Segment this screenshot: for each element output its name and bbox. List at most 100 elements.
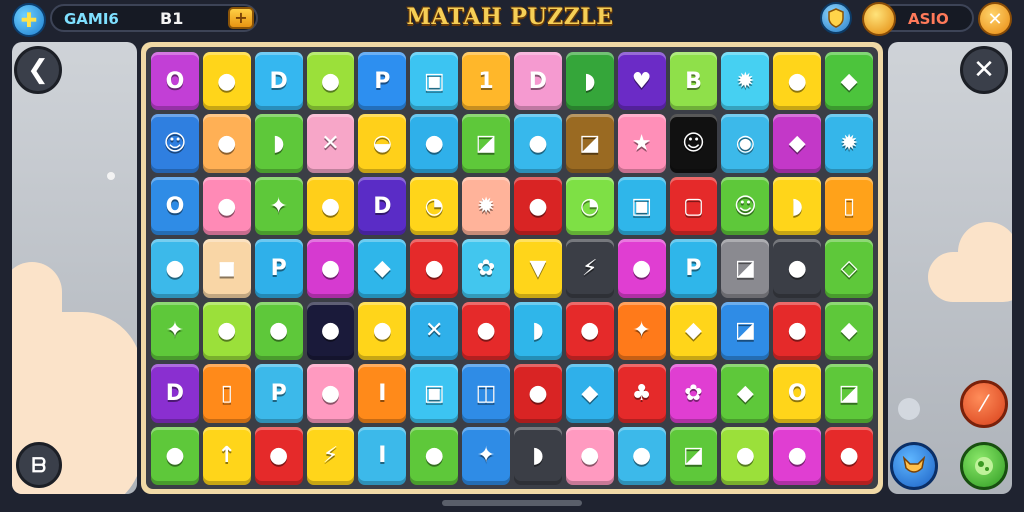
puzzle-tile[interactable]: ◪	[462, 114, 510, 173]
blue-power-button[interactable]	[890, 442, 938, 490]
puzzle-tile[interactable]: ✦	[151, 301, 199, 361]
b-button[interactable]: ᗷ	[16, 442, 62, 488]
puzzle-tile[interactable]: ●	[254, 426, 303, 485]
puzzle-tile[interactable]: ●	[773, 239, 822, 298]
puzzle-tile[interactable]: ★	[617, 114, 666, 173]
puzzle-tile[interactable]: O	[773, 364, 822, 423]
puzzle-tile[interactable]: ●	[617, 239, 666, 298]
puzzle-tile[interactable]: ●	[514, 176, 562, 236]
puzzle-tile[interactable]: ●	[617, 426, 666, 485]
puzzle-tile[interactable]: ◗	[514, 426, 562, 485]
puzzle-tile[interactable]: ●	[254, 301, 303, 361]
puzzle-tile[interactable]: ●	[202, 52, 251, 111]
puzzle-tile[interactable]: ●	[202, 114, 251, 173]
puzzle-tile[interactable]: ●	[514, 114, 562, 173]
puzzle-tile[interactable]: I	[358, 426, 407, 485]
puzzle-tile[interactable]: ●	[151, 239, 199, 298]
puzzle-tile[interactable]: ✹	[462, 176, 510, 236]
puzzle-tile[interactable]: ♣	[617, 364, 666, 423]
puzzle-tile[interactable]: ●	[202, 301, 251, 361]
puzzle-tile[interactable]: ☺	[721, 176, 770, 236]
puzzle-tile[interactable]: ●	[773, 426, 822, 485]
puzzle-tile[interactable]: ●	[565, 301, 614, 361]
puzzle-tile[interactable]: B	[669, 52, 718, 111]
puzzle-tile[interactable]: ◪	[825, 364, 873, 423]
puzzle-tile[interactable]: ▣	[410, 52, 459, 111]
puzzle-tile[interactable]: D	[514, 52, 562, 111]
puzzle-tile[interactable]: ●	[306, 364, 355, 423]
green-power-button[interactable]	[960, 442, 1008, 490]
puzzle-tile[interactable]: ◗	[514, 301, 562, 361]
puzzle-tile[interactable]: D	[151, 364, 199, 423]
puzzle-tile[interactable]: ●	[306, 239, 355, 298]
puzzle-tile[interactable]: 1	[462, 52, 510, 111]
puzzle-tile[interactable]: ●	[410, 114, 459, 173]
puzzle-tile[interactable]: ☺	[151, 114, 199, 173]
puzzle-tile[interactable]: ●	[773, 52, 822, 111]
puzzle-tile[interactable]: ◆	[565, 364, 614, 423]
puzzle-tile[interactable]: P	[254, 364, 303, 423]
puzzle-tile[interactable]: ●	[306, 52, 355, 111]
puzzle-tile[interactable]: ●	[202, 176, 251, 236]
puzzle-tile[interactable]: P	[669, 239, 718, 298]
puzzle-tile[interactable]: ●	[151, 426, 199, 485]
puzzle-tile[interactable]: ◫	[462, 364, 510, 423]
puzzle-tile[interactable]: ✿	[462, 239, 510, 298]
close-button[interactable]: ✕	[960, 46, 1008, 94]
back-button[interactable]: ❮	[14, 46, 62, 94]
puzzle-tile[interactable]: ●	[721, 426, 770, 485]
orange-power-button[interactable]: ⁄	[960, 380, 1008, 428]
puzzle-tile[interactable]: ▢	[669, 176, 718, 236]
puzzle-tile[interactable]: ◪	[721, 239, 770, 298]
puzzle-tile[interactable]: ◗	[254, 114, 303, 173]
puzzle-tile[interactable]: ●	[306, 176, 355, 236]
puzzle-tile[interactable]: ✦	[462, 426, 510, 485]
puzzle-tile[interactable]: ▣	[617, 176, 666, 236]
puzzle-tile[interactable]: ●	[773, 301, 822, 361]
puzzle-tile[interactable]: ✕	[306, 114, 355, 173]
puzzle-tile[interactable]: ◼	[202, 239, 251, 298]
puzzle-tile[interactable]: ◪	[669, 426, 718, 485]
puzzle-tile[interactable]: D	[358, 176, 407, 236]
puzzle-tile[interactable]: ☺	[669, 114, 718, 173]
puzzle-tile[interactable]: ⚡	[306, 426, 355, 485]
puzzle-tile[interactable]: P	[358, 52, 407, 111]
puzzle-tile[interactable]: I	[358, 364, 407, 423]
puzzle-tile[interactable]: ◆	[825, 301, 873, 361]
shield-button[interactable]	[820, 2, 852, 34]
puzzle-tile[interactable]: ●	[825, 426, 873, 485]
puzzle-tile[interactable]: ●	[306, 301, 355, 361]
add-button[interactable]: +	[228, 7, 254, 29]
puzzle-tile[interactable]: ◆	[669, 301, 718, 361]
puzzle-tile[interactable]: ✹	[825, 114, 873, 173]
puzzle-tile[interactable]: ⚡	[565, 239, 614, 298]
puzzle-tile[interactable]: ◔	[410, 176, 459, 236]
puzzle-tile[interactable]: ◆	[358, 239, 407, 298]
puzzle-tile[interactable]: ●	[410, 426, 459, 485]
puzzle-tile[interactable]: O	[151, 176, 199, 236]
puzzle-tile[interactable]: ●	[462, 301, 510, 361]
puzzle-tile[interactable]: P	[254, 239, 303, 298]
puzzle-tile[interactable]: ◪	[721, 301, 770, 361]
puzzle-tile[interactable]: ↑	[202, 426, 251, 485]
puzzle-tile[interactable]: ◗	[565, 52, 614, 111]
puzzle-tile[interactable]: O	[151, 52, 199, 111]
puzzle-tile[interactable]: ◗	[773, 176, 822, 236]
close-top-button[interactable]: ✕	[978, 2, 1012, 36]
puzzle-tile[interactable]: ●	[565, 426, 614, 485]
puzzle-tile[interactable]: ●	[358, 301, 407, 361]
puzzle-tile[interactable]: ✹	[721, 52, 770, 111]
puzzle-tile[interactable]: ◆	[721, 364, 770, 423]
puzzle-tile[interactable]: ▼	[514, 239, 562, 298]
puzzle-tile[interactable]: ◇	[825, 239, 873, 298]
puzzle-tile[interactable]: ●	[514, 364, 562, 423]
puzzle-tile[interactable]: ✿	[669, 364, 718, 423]
puzzle-tile[interactable]: ✕	[410, 301, 459, 361]
puzzle-tile[interactable]: ◉	[721, 114, 770, 173]
puzzle-tile[interactable]: ▣	[410, 364, 459, 423]
puzzle-tile[interactable]: ◆	[773, 114, 822, 173]
puzzle-tile[interactable]: ◆	[825, 52, 873, 111]
puzzle-tile[interactable]: ◒	[358, 114, 407, 173]
puzzle-tile[interactable]: ◪	[565, 114, 614, 173]
plus-button[interactable]: ✚	[12, 3, 46, 37]
